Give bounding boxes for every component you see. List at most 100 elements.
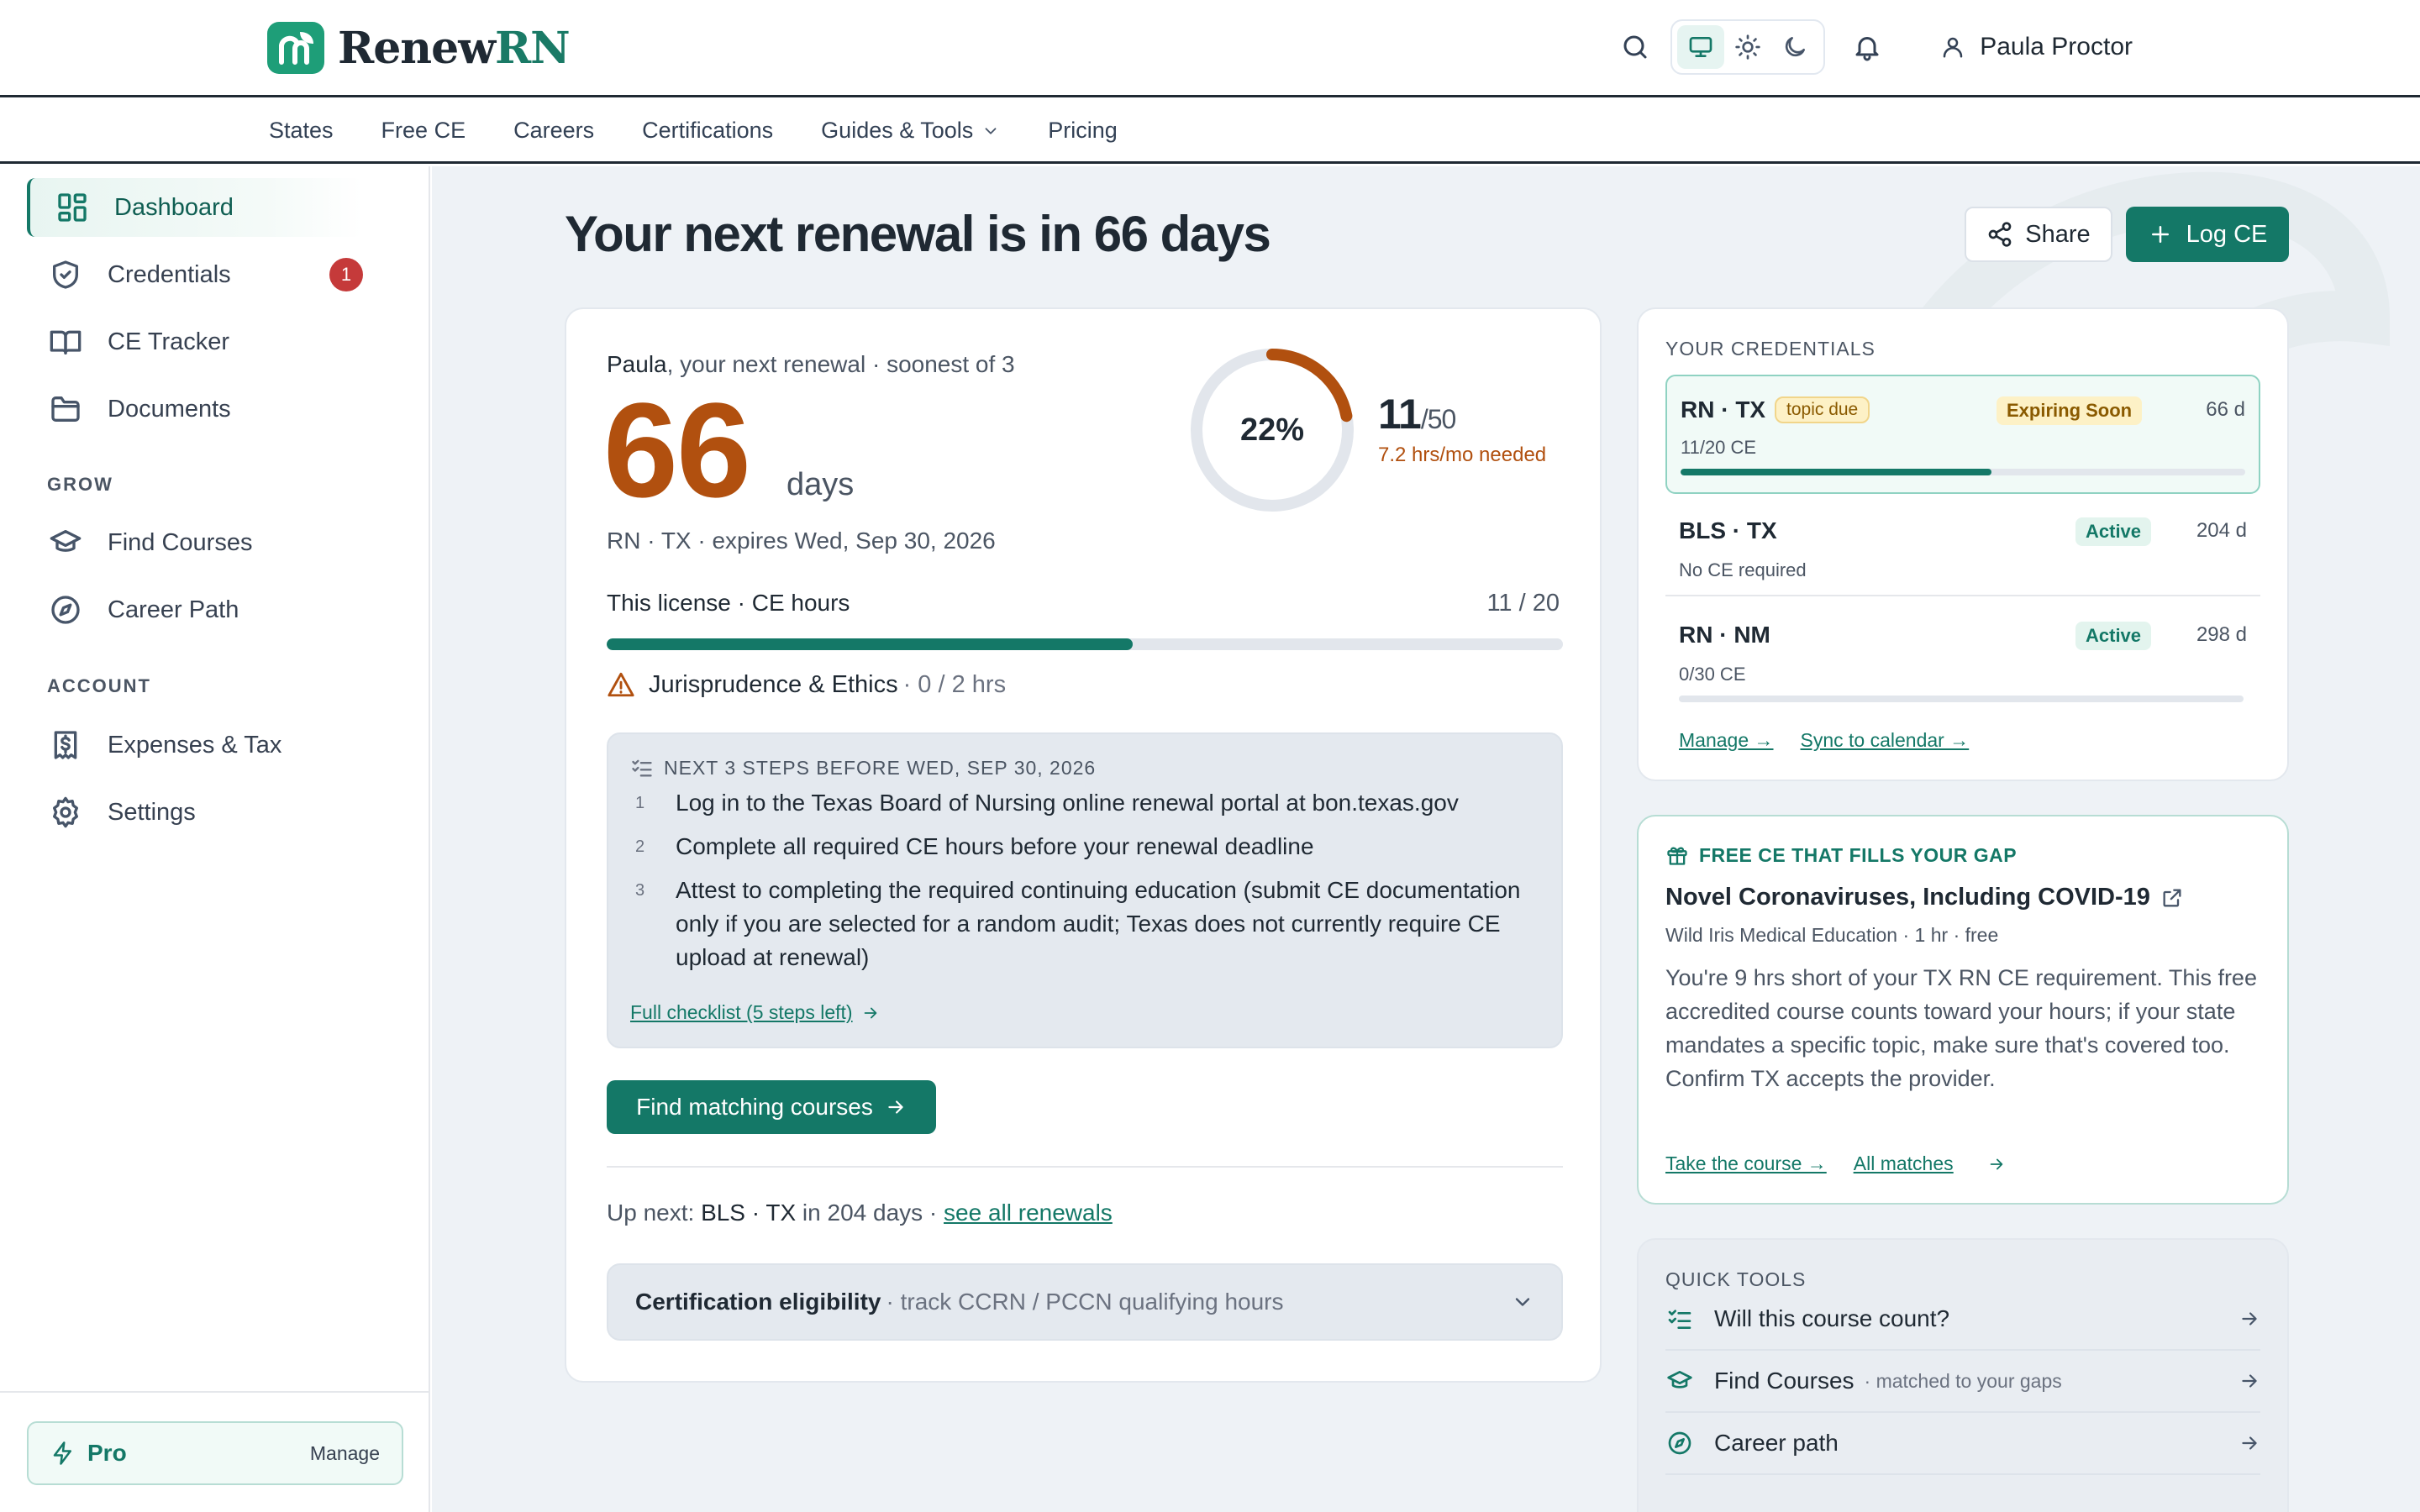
sidebar-section-account: ACCOUNT	[47, 675, 151, 696]
see-all-renewals-link[interactable]: see all renewals	[944, 1200, 1113, 1226]
status-badge: Active	[2075, 517, 2152, 546]
logo-text: RenewRN	[338, 22, 571, 74]
plan-card[interactable]: Pro Manage	[27, 1421, 403, 1485]
hours-pace: 7.2 hrs/mo needed	[1378, 444, 1547, 466]
status-badge: Active	[2075, 622, 2152, 650]
nav-guides-tools[interactable]: Guides & Tools	[821, 118, 1000, 144]
warning-triangle-icon	[608, 672, 634, 697]
theme-dark-button[interactable]	[1771, 25, 1818, 69]
user-icon	[1943, 37, 1963, 58]
compass-icon	[1668, 1431, 1691, 1455]
status-badge: Expiring Soon	[1996, 396, 2143, 425]
sun-icon	[1735, 34, 1760, 60]
renewal-days-count: 66	[603, 375, 751, 525]
arrow-right-icon	[1990, 1158, 2002, 1169]
topic-warning: Jurisprudence & Ethics · 0 / 2 hrs	[607, 670, 1006, 699]
lightning-icon	[53, 1441, 71, 1465]
search-icon	[1623, 35, 1647, 59]
tool-label: Will this course count?	[1714, 1305, 1950, 1331]
credential-row-bls-tx[interactable]: BLS · TX Active 204 d No CE required	[1665, 496, 2260, 596]
tool-find-courses[interactable]: Find Courses · matched to your gaps	[1665, 1351, 2260, 1413]
nav-careers[interactable]: Careers	[513, 118, 594, 144]
receipt-dollar-icon	[54, 731, 77, 759]
credential-days: 298 d	[2196, 623, 2247, 646]
credential-row-rn-nm[interactable]: RN · NM Active 298 d 0/30 CE	[1665, 598, 2260, 702]
step-item: 2 Complete all required CE hours before y…	[635, 833, 1314, 859]
notifications-button[interactable]	[1844, 24, 1891, 71]
sidebar-item-ce-tracker[interactable]: CE Tracker	[27, 312, 363, 371]
find-matching-courses-button[interactable]: Find matching courses	[607, 1080, 936, 1134]
sync-calendar-link[interactable]: Sync to calendar →	[1801, 729, 1970, 752]
credential-progress-bar	[1681, 469, 2245, 475]
sidebar-item-find-courses[interactable]: Find Courses	[27, 513, 363, 572]
tool-career-path[interactable]: Career path	[1665, 1413, 2260, 1475]
step-item: 1 Log in to the Texas Board of Nursing on…	[635, 790, 1459, 816]
folder-icon	[51, 396, 80, 422]
next-steps-heading: NEXT 3 STEPS BEFORE WED, SEP 30, 2026	[630, 756, 1096, 780]
graduation-cap-icon	[50, 530, 82, 552]
share-button[interactable]: Share	[1965, 207, 2112, 262]
step-item: 3 Attest to completing the required conti…	[635, 877, 1521, 970]
manage-credentials-link[interactable]: Manage →	[1679, 729, 1774, 752]
logo[interactable]: RenewRN	[267, 22, 571, 74]
checklist-icon	[1668, 1310, 1691, 1329]
divider	[1665, 595, 2260, 596]
share-icon	[1988, 222, 2012, 247]
plan-label: Pro	[87, 1440, 127, 1466]
logo-mark-icon	[267, 22, 324, 74]
log-ce-button[interactable]: Log CE	[2126, 207, 2289, 262]
credential-row-rn-tx[interactable]: RN · TX topic due Expiring Soon 66 d 11/…	[1665, 375, 2260, 494]
tool-will-course-count[interactable]: Will this course count?	[1665, 1289, 2260, 1351]
sidebar-item-credentials[interactable]: Credentials 1	[27, 245, 363, 304]
search-button[interactable]	[1612, 24, 1659, 71]
free-ce-heading: FREE CE THAT FILLS YOUR GAP	[1665, 843, 2017, 867]
gift-icon	[1667, 847, 1687, 865]
free-ce-links: Take the course → All matches	[1665, 1152, 2033, 1175]
sidebar-item-documents[interactable]: Documents	[27, 380, 363, 438]
credential-ce-summary: 0/30 CE	[1679, 664, 1746, 685]
sidebar-item-dashboard[interactable]: Dashboard	[27, 178, 363, 237]
free-ce-course-title[interactable]: Novel Coronaviruses, Including COVID-19	[1665, 884, 2184, 911]
ce-hours-progress-bar	[607, 638, 1563, 650]
sidebar-item-label: Settings	[108, 798, 196, 826]
theme-light-button[interactable]	[1724, 25, 1771, 69]
top-bar: RenewRN Paula Proctor	[0, 0, 2420, 97]
monitor-icon	[1689, 36, 1712, 57]
renewal-card: Paula, your next renewal · soonest of 3 …	[565, 307, 1602, 1383]
arrow-right-icon	[2242, 1312, 2257, 1326]
nav-states[interactable]: States	[269, 118, 334, 144]
credentials-links: Manage → Sync to calendar →	[1679, 729, 1996, 752]
credentials-card: YOUR CREDENTIALS RN · TX topic due Expir…	[1637, 307, 2289, 781]
dashboard-icon	[58, 193, 87, 222]
hours-completed: 11/50	[1378, 391, 1456, 438]
eligibility-title: Certification eligibility	[635, 1289, 881, 1315]
theme-system-button[interactable]	[1677, 25, 1725, 69]
ce-hours-value: 11 / 20	[1486, 590, 1560, 617]
credential-progress-fill	[1681, 469, 1991, 475]
take-course-link[interactable]: Take the course →	[1665, 1152, 1827, 1175]
nav-certifications[interactable]: Certifications	[642, 118, 773, 144]
user-menu[interactable]: Paula Proctor	[1936, 24, 2133, 71]
share-button-label: Share	[2025, 220, 2091, 248]
checklist-icon	[632, 759, 652, 777]
quick-tools-heading: QUICK TOOLS	[1665, 1268, 1807, 1290]
arrow-right-icon	[864, 1007, 876, 1018]
certification-eligibility-accordion[interactable]: Certification eligibility · track CCRN /…	[607, 1263, 1563, 1341]
all-matches-link[interactable]: All matches	[1854, 1152, 2006, 1175]
plan-manage-link[interactable]: Manage	[310, 1442, 380, 1465]
sidebar-item-settings[interactable]: Settings	[27, 783, 363, 842]
main-nav: States Free CE Careers Certifications Gu…	[0, 100, 2420, 164]
credential-ce-summary: 11/20 CE	[1681, 437, 1757, 458]
sidebar-item-expenses-tax[interactable]: Expenses & Tax	[27, 716, 363, 774]
sidebar-item-career-path[interactable]: Career Path	[27, 580, 363, 639]
sidebar-item-label: Credentials	[108, 260, 231, 288]
nav-pricing[interactable]: Pricing	[1048, 118, 1118, 144]
free-ce-card: FREE CE THAT FILLS YOUR GAP Novel Corona…	[1637, 815, 2289, 1205]
nav-free-ce[interactable]: Free CE	[381, 118, 466, 144]
ce-hours-label: This license · CE hours	[607, 590, 850, 616]
tool-label: Career path	[1714, 1430, 1839, 1456]
full-checklist-link[interactable]: Full checklist (5 steps left)	[630, 1001, 880, 1024]
book-icon	[50, 330, 82, 354]
up-next-text: Up next: BLS · TX in 204 days · see all …	[607, 1200, 1113, 1226]
sidebar-item-label: Documents	[108, 395, 231, 423]
